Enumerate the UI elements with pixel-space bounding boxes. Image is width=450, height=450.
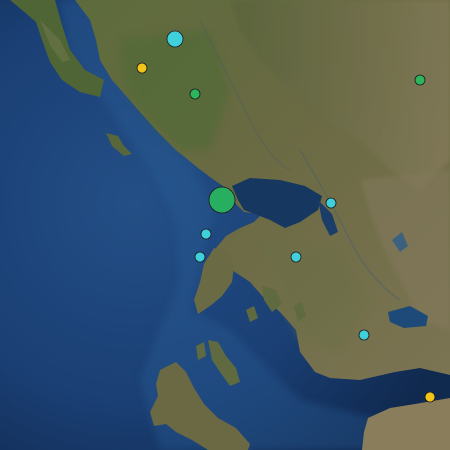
map-marker-green[interactable] <box>208 186 236 214</box>
map-marker-green[interactable] <box>189 88 201 100</box>
map-marker-cyan[interactable] <box>290 251 302 263</box>
map-marker-cyan[interactable] <box>358 329 370 341</box>
satellite-map[interactable] <box>0 0 450 450</box>
map-marker-cyan[interactable] <box>194 251 206 263</box>
map-marker-yellow[interactable] <box>424 391 436 403</box>
map-marker-cyan[interactable] <box>200 228 212 240</box>
map-marker-yellow[interactable] <box>136 62 148 74</box>
marker-layer <box>136 30 436 403</box>
map-marker-cyan[interactable] <box>325 197 337 209</box>
map-marker-green[interactable] <box>414 74 426 86</box>
map-marker-cyan[interactable] <box>166 30 184 48</box>
